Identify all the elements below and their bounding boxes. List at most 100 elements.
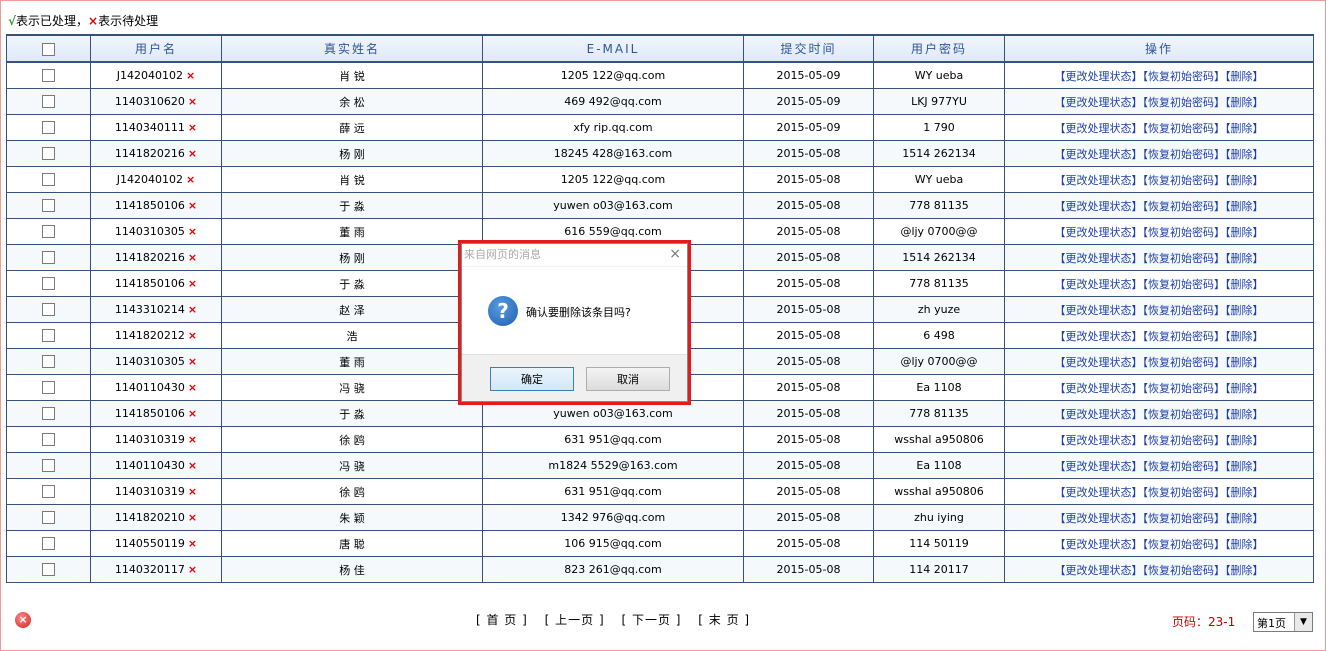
row-checkbox[interactable] bbox=[42, 225, 55, 239]
delete-link[interactable]: 【删除】 bbox=[1225, 382, 1264, 395]
row-checkbox[interactable] bbox=[42, 563, 55, 577]
reset-password-link[interactable]: 【恢复初始密码】 bbox=[1143, 460, 1226, 473]
delete-link[interactable]: 【删除】 bbox=[1225, 356, 1264, 369]
row-checkbox[interactable] bbox=[42, 485, 55, 499]
delete-link[interactable]: 【删除】 bbox=[1225, 330, 1264, 343]
row-checkbox[interactable] bbox=[42, 69, 55, 83]
reset-password-link[interactable]: 【恢复初始密码】 bbox=[1143, 512, 1226, 525]
change-status-link[interactable]: 【更改处理状态】 bbox=[1055, 460, 1143, 473]
first-page-link[interactable]: [ 首 页 ] bbox=[476, 613, 528, 627]
actions-cell: 【更改处理状态】【恢复初始密码】【删除】 bbox=[1004, 192, 1314, 219]
reset-password-link[interactable]: 【恢复初始密码】 bbox=[1143, 252, 1226, 265]
change-status-link[interactable]: 【更改处理状态】 bbox=[1055, 200, 1143, 213]
reset-password-link[interactable]: 【恢复初始密码】 bbox=[1143, 96, 1226, 109]
delete-selected-icon[interactable]: × bbox=[15, 612, 31, 628]
change-status-link[interactable]: 【更改处理状态】 bbox=[1055, 382, 1143, 395]
row-checkbox[interactable] bbox=[42, 459, 55, 473]
next-page-link[interactable]: [ 下一页 ] bbox=[621, 613, 681, 627]
last-page-link[interactable]: [ 末 页 ] bbox=[698, 613, 750, 627]
delete-link[interactable]: 【删除】 bbox=[1225, 226, 1264, 239]
reset-password-link[interactable]: 【恢复初始密码】 bbox=[1143, 278, 1226, 291]
change-status-link[interactable]: 【更改处理状态】 bbox=[1055, 434, 1143, 447]
row-checkbox[interactable] bbox=[42, 303, 55, 317]
row-checkbox[interactable] bbox=[42, 511, 55, 525]
reset-password-link[interactable]: 【恢复初始密码】 bbox=[1143, 408, 1226, 421]
reset-password-link[interactable]: 【恢复初始密码】 bbox=[1143, 226, 1226, 239]
reset-password-link[interactable]: 【恢复初始密码】 bbox=[1143, 304, 1226, 317]
password-cell: 6 498 bbox=[873, 322, 1005, 349]
reset-password-link[interactable]: 【恢复初始密码】 bbox=[1143, 70, 1226, 83]
change-status-link[interactable]: 【更改处理状态】 bbox=[1055, 70, 1143, 83]
row-checkbox[interactable] bbox=[42, 277, 55, 291]
change-status-link[interactable]: 【更改处理状态】 bbox=[1055, 174, 1143, 187]
reset-password-link[interactable]: 【恢复初始密码】 bbox=[1143, 356, 1226, 369]
time-cell: 2015-05-08 bbox=[743, 218, 874, 245]
delete-link[interactable]: 【删除】 bbox=[1225, 200, 1264, 213]
change-status-link[interactable]: 【更改处理状态】 bbox=[1055, 304, 1143, 317]
reset-password-link[interactable]: 【恢复初始密码】 bbox=[1143, 148, 1226, 161]
reset-password-link[interactable]: 【恢复初始密码】 bbox=[1143, 564, 1226, 577]
realname-cell: 于 淼 bbox=[221, 400, 483, 427]
delete-link[interactable]: 【删除】 bbox=[1225, 434, 1264, 447]
delete-link[interactable]: 【删除】 bbox=[1225, 564, 1264, 577]
close-icon[interactable]: × bbox=[669, 246, 681, 262]
select-all-checkbox[interactable] bbox=[42, 42, 55, 56]
username: 1141820216 bbox=[114, 147, 185, 160]
row-checkbox[interactable] bbox=[42, 329, 55, 343]
reset-password-link[interactable]: 【恢复初始密码】 bbox=[1143, 200, 1226, 213]
delete-link[interactable]: 【删除】 bbox=[1225, 538, 1264, 551]
pending-x-icon: × bbox=[187, 355, 198, 368]
change-status-link[interactable]: 【更改处理状态】 bbox=[1055, 226, 1143, 239]
table-row: J142040102 × 肖 锐 1205 122@qq.com 2015-05-08 W… bbox=[6, 166, 1314, 193]
change-status-link[interactable]: 【更改处理状态】 bbox=[1055, 148, 1143, 161]
reset-password-link[interactable]: 【恢复初始密码】 bbox=[1143, 486, 1226, 499]
page-select[interactable]: 第1页 ▼ bbox=[1253, 612, 1313, 632]
change-status-link[interactable]: 【更改处理状态】 bbox=[1055, 330, 1143, 343]
change-status-link[interactable]: 【更改处理状态】 bbox=[1055, 408, 1143, 421]
row-checkbox[interactable] bbox=[42, 537, 55, 551]
cancel-button[interactable]: 取消 bbox=[586, 367, 670, 391]
reset-password-link[interactable]: 【恢复初始密码】 bbox=[1143, 434, 1226, 447]
row-checkbox[interactable] bbox=[42, 199, 55, 213]
table-row: 1140320117 × 杨 佳 823 261@qq.com 2015-05-08 11… bbox=[6, 556, 1314, 583]
row-select-cell bbox=[6, 114, 91, 141]
delete-link[interactable]: 【删除】 bbox=[1225, 486, 1264, 499]
row-checkbox[interactable] bbox=[42, 251, 55, 265]
reset-password-link[interactable]: 【恢复初始密码】 bbox=[1143, 330, 1226, 343]
delete-link[interactable]: 【删除】 bbox=[1225, 252, 1264, 265]
delete-link[interactable]: 【删除】 bbox=[1225, 122, 1264, 135]
reset-password-link[interactable]: 【恢复初始密码】 bbox=[1143, 174, 1226, 187]
change-status-link[interactable]: 【更改处理状态】 bbox=[1055, 486, 1143, 499]
change-status-link[interactable]: 【更改处理状态】 bbox=[1055, 96, 1143, 109]
delete-link[interactable]: 【删除】 bbox=[1225, 408, 1264, 421]
delete-link[interactable]: 【删除】 bbox=[1225, 148, 1264, 161]
reset-password-link[interactable]: 【恢复初始密码】 bbox=[1143, 122, 1226, 135]
change-status-link[interactable]: 【更改处理状态】 bbox=[1055, 122, 1143, 135]
ok-button[interactable]: 确定 bbox=[490, 367, 574, 391]
delete-link[interactable]: 【删除】 bbox=[1225, 174, 1264, 187]
row-checkbox[interactable] bbox=[42, 147, 55, 161]
delete-link[interactable]: 【删除】 bbox=[1225, 70, 1264, 83]
delete-link[interactable]: 【删除】 bbox=[1225, 304, 1264, 317]
reset-password-link[interactable]: 【恢复初始密码】 bbox=[1143, 382, 1226, 395]
change-status-link[interactable]: 【更改处理状态】 bbox=[1055, 278, 1143, 291]
change-status-link[interactable]: 【更改处理状态】 bbox=[1055, 252, 1143, 265]
prev-page-link[interactable]: [ 上一页 ] bbox=[545, 613, 605, 627]
row-checkbox[interactable] bbox=[42, 433, 55, 447]
change-status-link[interactable]: 【更改处理状态】 bbox=[1055, 356, 1143, 369]
row-checkbox[interactable] bbox=[42, 407, 55, 421]
delete-link[interactable]: 【删除】 bbox=[1225, 96, 1264, 109]
change-status-link[interactable]: 【更改处理状态】 bbox=[1055, 512, 1143, 525]
delete-link[interactable]: 【删除】 bbox=[1225, 460, 1264, 473]
change-status-link[interactable]: 【更改处理状态】 bbox=[1055, 564, 1143, 577]
change-status-link[interactable]: 【更改处理状态】 bbox=[1055, 538, 1143, 551]
row-checkbox[interactable] bbox=[42, 381, 55, 395]
row-checkbox[interactable] bbox=[42, 95, 55, 109]
delete-link[interactable]: 【删除】 bbox=[1225, 512, 1264, 525]
reset-password-link[interactable]: 【恢复初始密码】 bbox=[1143, 538, 1226, 551]
row-checkbox[interactable] bbox=[42, 173, 55, 187]
row-checkbox[interactable] bbox=[42, 121, 55, 135]
delete-link[interactable]: 【删除】 bbox=[1225, 278, 1264, 291]
row-checkbox[interactable] bbox=[42, 355, 55, 369]
chevron-down-icon[interactable]: ▼ bbox=[1294, 613, 1312, 631]
